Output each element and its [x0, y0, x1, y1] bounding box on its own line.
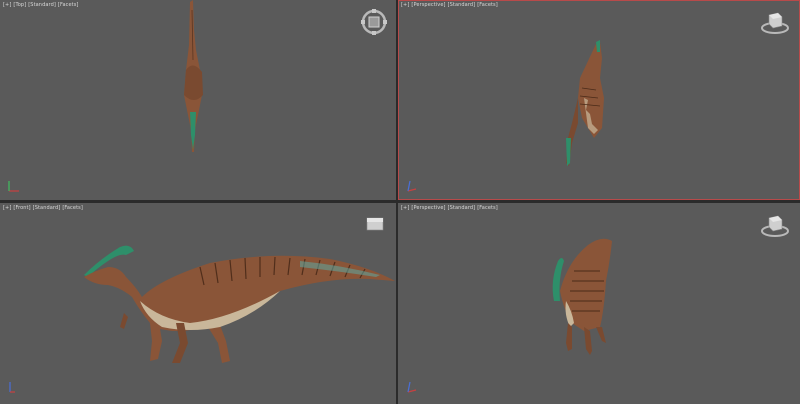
view-name[interactable]: [Top] [13, 2, 26, 8]
shading-facets[interactable]: [Facets] [477, 205, 498, 211]
view-name[interactable]: [Perspective] [411, 205, 445, 211]
viewport-perspective-2[interactable]: [+] [Perspective] [Standard] [Facets] [398, 203, 800, 404]
viewport-front[interactable]: [+] [Front] [Standard] [Facets] [0, 203, 396, 404]
dinosaur-model-perspective-1[interactable] [558, 38, 618, 173]
dinosaur-model-front[interactable] [80, 231, 396, 371]
axis-tripod-icon [6, 379, 22, 395]
viewport-label[interactable]: [+] [Perspective] [Standard] [Facets] [401, 2, 500, 8]
viewport-perspective-1[interactable]: [+] [Perspective] [Standard] [Facets] [398, 0, 800, 200]
plus-menu[interactable]: [+] [401, 2, 409, 8]
viewport-label[interactable]: [+] [Front] [Standard] [Facets] [3, 205, 85, 211]
axis-tripod-icon [404, 379, 420, 395]
shading-facets[interactable]: [Facets] [62, 205, 83, 211]
axis-tripod-icon [404, 178, 420, 194]
view-cube-icon[interactable] [760, 213, 790, 239]
shading-standard[interactable]: [Standard] [28, 2, 56, 8]
axis-tripod-icon [6, 178, 22, 194]
view-name[interactable]: [Front] [13, 205, 30, 211]
dinosaur-model-top[interactable] [170, 0, 220, 160]
shading-standard[interactable]: [Standard] [448, 205, 476, 211]
viewport-label[interactable]: [+] [Perspective] [Standard] [Facets] [401, 205, 500, 211]
shading-standard[interactable]: [Standard] [448, 2, 476, 8]
shading-standard[interactable]: [Standard] [33, 205, 61, 211]
view-name[interactable]: [Perspective] [411, 2, 445, 8]
plus-menu[interactable]: [+] [401, 205, 409, 211]
plus-menu[interactable]: [+] [3, 2, 11, 8]
steering-wheel-icon[interactable] [360, 8, 388, 36]
viewport-label[interactable]: [+] [Top] [Standard] [Facets] [3, 2, 80, 8]
shading-facets[interactable]: [Facets] [58, 2, 79, 8]
dinosaur-model-perspective-2[interactable] [544, 231, 624, 361]
viewport-top[interactable]: [+] [Top] [Standard] [Facets] [0, 0, 396, 200]
shading-facets[interactable]: [Facets] [477, 2, 498, 8]
plus-menu[interactable]: [+] [3, 205, 11, 211]
view-cube-icon[interactable] [760, 10, 790, 36]
